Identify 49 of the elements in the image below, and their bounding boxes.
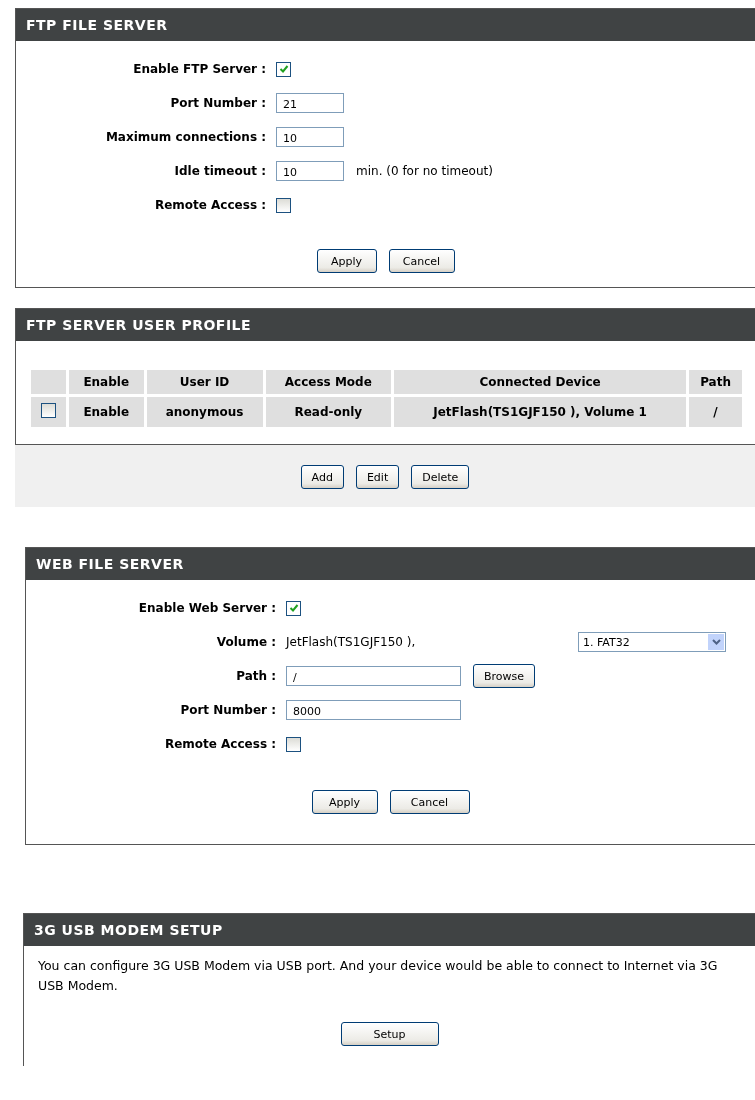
column-header: Enable — [68, 370, 144, 394]
section-title: WEB FILE SERVER — [26, 548, 755, 580]
column-header: Access Mode — [265, 370, 392, 394]
input-field[interactable]: 10 — [276, 161, 344, 181]
field-label: Port Number : — [169, 95, 266, 112]
hint-text: min. (0 for no timeout) — [356, 164, 493, 178]
input-field[interactable]: 10 — [276, 127, 344, 147]
browse-button[interactable]: Browse — [473, 664, 536, 688]
column-header: User ID — [146, 370, 263, 394]
field-label: Idle timeout : — [173, 163, 266, 180]
setup-button[interactable]: Setup — [340, 1022, 439, 1046]
form-button[interactable]: Add — [300, 465, 344, 489]
section-title: 3G USB MODEM SETUP — [24, 914, 755, 946]
form-button[interactable]: Cancel — [389, 790, 470, 814]
field-label: Maximum connections : — [104, 129, 266, 146]
field-label: Remote Access : — [153, 197, 266, 214]
field-label: Path : — [235, 668, 276, 685]
table-cell: JetFlash(TS1GJF150 ), Volume 1 — [394, 397, 687, 427]
column-header: Connected Device — [394, 370, 687, 394]
field-label: Enable FTP Server : — [132, 61, 266, 78]
input-field[interactable]: 8000 — [286, 700, 461, 720]
input-field[interactable]: 21 — [276, 93, 344, 113]
form-button[interactable]: Apply — [311, 790, 378, 814]
form-button[interactable]: Cancel — [388, 249, 455, 273]
table-cell: Read-only — [265, 397, 392, 427]
form-button[interactable]: Edit — [355, 465, 400, 489]
table-cell: / — [689, 397, 742, 427]
section-title: FTP FILE SERVER — [16, 9, 755, 41]
table-cell: Enable — [68, 397, 144, 427]
volume-dropdown[interactable]: 1. FAT32 — [578, 632, 726, 652]
field-label: Enable Web Server : — [137, 600, 276, 617]
table-cell: anonymous — [146, 397, 263, 427]
column-header — [31, 370, 66, 394]
checkbox[interactable] — [40, 403, 56, 418]
checkbox[interactable] — [286, 736, 301, 752]
form-button[interactable]: Apply — [316, 249, 377, 273]
section-title: FTP SERVER USER PROFILE — [16, 309, 755, 341]
checkbox[interactable] — [276, 197, 291, 213]
input-field[interactable]: / — [286, 666, 461, 686]
checkbox[interactable] — [286, 600, 301, 616]
column-header: Path — [689, 370, 742, 394]
form-button[interactable]: Delete — [411, 465, 470, 489]
checkbox[interactable] — [276, 61, 291, 77]
chevron-down-icon — [708, 634, 724, 650]
field-label: Port Number : — [179, 702, 276, 719]
description-text: You can configure 3G USB Modem via USB port. And your device would be able to connect to Internet via 3G USB Modem. — [38, 957, 719, 995]
field-label: Remote Access : — [163, 736, 276, 753]
volume-text: JetFlash(TS1GJF150 ), — [286, 635, 417, 649]
field-label: Volume : — [215, 634, 276, 651]
